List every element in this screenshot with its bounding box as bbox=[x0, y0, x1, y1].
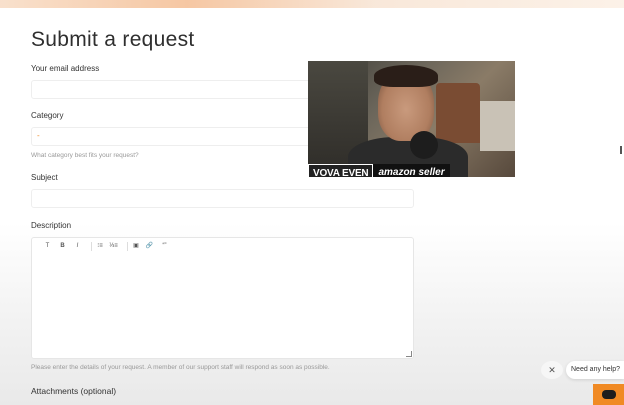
speaker-name: VOVA EVEN bbox=[308, 164, 374, 177]
category-hint: What category best fits your request? bbox=[31, 152, 139, 159]
subject-label: Subject bbox=[31, 173, 58, 182]
top-accent-bar bbox=[0, 0, 624, 8]
microphone-icon bbox=[410, 131, 438, 159]
description-hint: Please enter the details of your request… bbox=[31, 364, 330, 371]
video-background-furniture bbox=[436, 83, 480, 143]
webcam-video-overlay: VOVA EVEN amazon seller bbox=[308, 61, 515, 177]
description-editor[interactable]: T B I ⁝≡ ⅓≡ ▣ 🔗 “” bbox=[31, 237, 414, 359]
help-bubble[interactable]: Need any help? bbox=[566, 361, 624, 379]
chat-icon bbox=[602, 390, 616, 399]
help-close-button[interactable]: ✕ bbox=[541, 361, 563, 379]
description-label: Description bbox=[31, 221, 72, 230]
text-style-button[interactable]: T bbox=[40, 238, 55, 255]
attachments-label: Attachments (optional) bbox=[31, 386, 117, 396]
speaker-role: amazon seller bbox=[373, 164, 450, 177]
video-caption: VOVA EVEN amazon seller bbox=[308, 164, 450, 177]
editor-toolbar: T B I ⁝≡ ⅓≡ ▣ 🔗 “” bbox=[32, 238, 413, 255]
bulleted-list-button[interactable]: ⁝≡ bbox=[91, 242, 106, 251]
category-selected-value: - bbox=[37, 131, 40, 140]
help-launcher-button[interactable] bbox=[593, 384, 624, 405]
scroll-edge-marker bbox=[620, 146, 622, 154]
category-label: Category bbox=[31, 111, 64, 120]
bold-button[interactable]: B bbox=[55, 238, 70, 255]
code-quote-icon[interactable]: “” bbox=[157, 238, 172, 255]
resize-handle-icon[interactable] bbox=[406, 351, 412, 357]
link-icon[interactable]: 🔗 bbox=[142, 238, 157, 255]
italic-button[interactable]: I bbox=[70, 238, 85, 255]
email-label: Your email address bbox=[31, 64, 100, 73]
image-icon[interactable]: ▣ bbox=[127, 242, 142, 251]
video-background-shelf bbox=[480, 101, 515, 151]
video-person-hair bbox=[374, 65, 438, 87]
page-title: Submit a request bbox=[31, 28, 195, 51]
numbered-list-button[interactable]: ⅓≡ bbox=[106, 238, 121, 255]
subject-field[interactable] bbox=[31, 189, 414, 208]
